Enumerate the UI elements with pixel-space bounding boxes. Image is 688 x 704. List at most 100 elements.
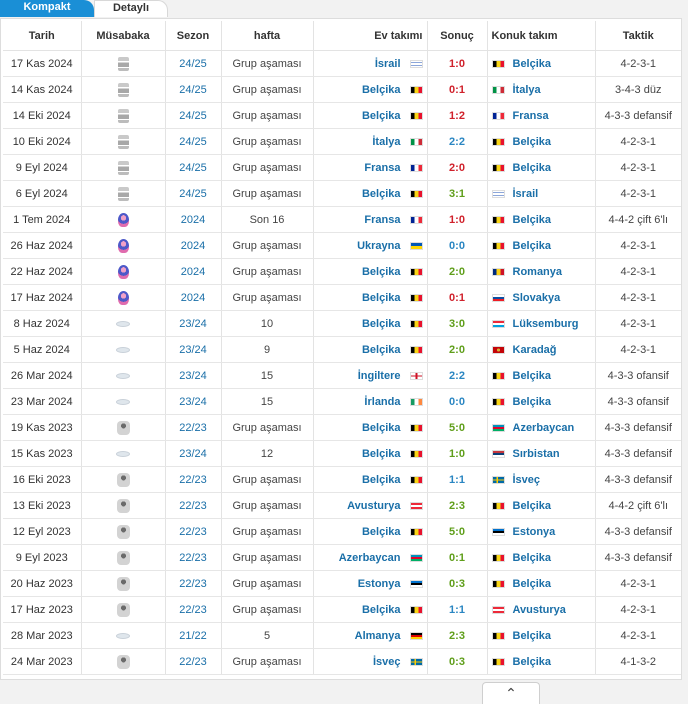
match-score-link[interactable]: 2:3 [449, 630, 465, 642]
season-link[interactable]: 22/23 [165, 648, 222, 675]
away-team-link[interactable]: Belçika [513, 396, 552, 408]
home-team-link[interactable]: Belçika [362, 474, 401, 486]
season-link[interactable]: 22/23 [165, 518, 222, 545]
tab-compact[interactable]: Kompakt [0, 0, 94, 17]
away-team-link[interactable]: Belçika [513, 370, 552, 382]
match-score-link[interactable]: 1:1 [449, 474, 465, 486]
home-team-link[interactable]: Belçika [362, 318, 401, 330]
competition-cell[interactable] [81, 362, 166, 389]
match-score-link[interactable]: 1:2 [449, 110, 465, 122]
friendly-icon[interactable] [116, 346, 130, 353]
season-link[interactable]: 23/24 [165, 388, 222, 415]
euro-icon[interactable] [117, 212, 129, 227]
match-score-link[interactable]: 3:0 [449, 318, 465, 330]
match-score-link[interactable]: 5:0 [449, 526, 465, 538]
away-team-link[interactable]: Belçika [513, 552, 552, 564]
match-score-link[interactable]: 0:3 [449, 656, 465, 668]
euro-icon[interactable] [117, 264, 129, 279]
match-score-link[interactable]: 0:1 [449, 292, 465, 304]
home-team-link[interactable]: Ukrayna [357, 240, 400, 252]
competition-cell[interactable] [81, 180, 166, 207]
home-team-link[interactable]: Belçika [362, 188, 401, 200]
friendly-icon[interactable] [116, 632, 130, 639]
away-team-link[interactable]: Lüksemburg [513, 318, 579, 330]
away-team-link[interactable]: Sırbistan [513, 448, 560, 460]
competition-cell[interactable] [81, 258, 166, 285]
friendly-icon[interactable] [116, 450, 130, 457]
home-team-link[interactable]: Belçika [362, 422, 401, 434]
match-score-link[interactable]: 0:3 [449, 578, 465, 590]
competition-cell[interactable] [81, 414, 166, 441]
season-link[interactable]: 22/23 [165, 596, 222, 623]
match-score-link[interactable]: 2:3 [449, 500, 465, 512]
competition-cell[interactable] [81, 492, 166, 519]
match-score-link[interactable]: 3:1 [449, 188, 465, 200]
nations-league-icon[interactable] [117, 186, 129, 201]
season-link[interactable]: 23/24 [165, 336, 222, 363]
match-score-link[interactable]: 2:0 [449, 266, 465, 278]
header-season[interactable]: Sezon [165, 21, 222, 51]
season-link[interactable]: 2024 [165, 206, 222, 233]
away-team-link[interactable]: Belçika [513, 58, 552, 70]
season-link[interactable]: 2024 [165, 258, 222, 285]
friendly-icon[interactable] [116, 372, 130, 379]
match-score-link[interactable]: 0:0 [449, 240, 465, 252]
friendly-icon[interactable] [116, 398, 130, 405]
away-team-link[interactable]: Belçika [513, 136, 552, 148]
away-team-link[interactable]: Belçika [513, 214, 552, 226]
competition-cell[interactable] [81, 284, 166, 311]
season-link[interactable]: 24/25 [165, 50, 222, 77]
competition-cell[interactable] [81, 310, 166, 337]
competition-cell[interactable] [81, 622, 166, 649]
nations-league-icon[interactable] [117, 134, 129, 149]
away-team-link[interactable]: Belçika [513, 578, 552, 590]
away-team-link[interactable]: Belçika [513, 240, 552, 252]
season-link[interactable]: 22/23 [165, 544, 222, 571]
competition-cell[interactable] [81, 596, 166, 623]
away-team-link[interactable]: Avusturya [513, 604, 566, 616]
away-team-link[interactable]: İsveç [513, 474, 541, 486]
match-score-link[interactable]: 1:0 [449, 448, 465, 460]
competition-cell[interactable] [81, 206, 166, 233]
away-team-link[interactable]: Slovakya [513, 292, 561, 304]
match-score-link[interactable]: 2:0 [449, 344, 465, 356]
home-team-link[interactable]: Belçika [362, 604, 401, 616]
home-team-link[interactable]: Belçika [362, 84, 401, 96]
home-team-link[interactable]: Fransa [364, 214, 400, 226]
euro-qualifying-icon[interactable] [116, 550, 130, 565]
home-team-link[interactable]: Azerbaycan [339, 552, 401, 564]
home-team-link[interactable]: İsveç [373, 656, 401, 668]
season-link[interactable]: 24/25 [165, 76, 222, 103]
header-competition[interactable]: Müsabaka [81, 21, 166, 51]
match-score-link[interactable]: 0:1 [449, 552, 465, 564]
friendly-icon[interactable] [116, 320, 130, 327]
home-team-link[interactable]: Fransa [364, 162, 400, 174]
euro-qualifying-icon[interactable] [116, 524, 130, 539]
competition-cell[interactable] [81, 128, 166, 155]
away-team-link[interactable]: Belçika [513, 500, 552, 512]
match-score-link[interactable]: 0:0 [449, 396, 465, 408]
home-team-link[interactable]: Belçika [362, 526, 401, 538]
match-score-link[interactable]: 2:2 [449, 136, 465, 148]
season-link[interactable]: 23/24 [165, 310, 222, 337]
competition-cell[interactable] [81, 102, 166, 129]
away-team-link[interactable]: Estonya [513, 526, 556, 538]
season-link[interactable]: 22/23 [165, 414, 222, 441]
home-team-link[interactable]: Almanya [355, 630, 401, 642]
competition-cell[interactable] [81, 154, 166, 181]
season-link[interactable]: 24/25 [165, 180, 222, 207]
header-away-team[interactable]: Konuk takım [487, 21, 596, 51]
euro-qualifying-icon[interactable] [116, 498, 130, 513]
match-score-link[interactable]: 2:2 [449, 370, 465, 382]
competition-cell[interactable] [81, 336, 166, 363]
home-team-link[interactable]: Belçika [362, 292, 401, 304]
away-team-link[interactable]: İsrail [513, 188, 539, 200]
home-team-link[interactable]: Avusturya [347, 500, 400, 512]
euro-icon[interactable] [117, 290, 129, 305]
competition-cell[interactable] [81, 440, 166, 467]
euro-qualifying-icon[interactable] [116, 654, 130, 669]
scroll-up-button[interactable]: ⌃ [482, 682, 540, 704]
season-link[interactable]: 2024 [165, 232, 222, 259]
match-score-link[interactable]: 0:1 [449, 84, 465, 96]
header-round[interactable]: hafta [221, 21, 314, 51]
